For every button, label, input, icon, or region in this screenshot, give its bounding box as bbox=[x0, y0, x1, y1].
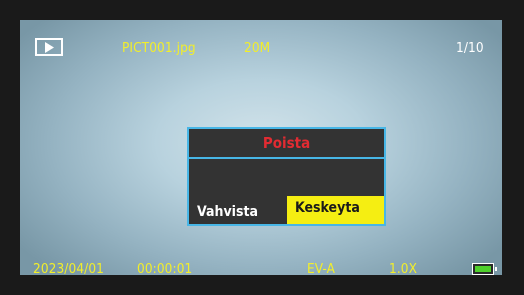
resolution: 20M bbox=[244, 40, 271, 56]
confirm-button[interactable]: Vahvista bbox=[189, 196, 285, 224]
dialog-title: Poista bbox=[189, 129, 384, 159]
playback-icon bbox=[35, 38, 63, 56]
delete-dialog: Poista Vahvista Keskeyta bbox=[187, 127, 386, 226]
camera-bezel: PICT001.jpg 20M 1/10 Poista Vahvista Kes… bbox=[0, 0, 524, 295]
image-counter: 1/10 bbox=[456, 40, 484, 56]
time: 00:00:01 bbox=[137, 261, 193, 275]
ev-mode: EV-A bbox=[307, 261, 335, 275]
cancel-button[interactable]: Keskeyta bbox=[287, 196, 384, 224]
date: 2023/04/01 bbox=[33, 261, 104, 275]
battery-level bbox=[474, 265, 491, 272]
camera-screen: PICT001.jpg 20M 1/10 Poista Vahvista Kes… bbox=[20, 20, 502, 275]
battery-full-icon bbox=[472, 263, 497, 275]
filename: PICT001.jpg bbox=[122, 40, 196, 56]
zoom-level: 1.0X bbox=[389, 261, 418, 275]
